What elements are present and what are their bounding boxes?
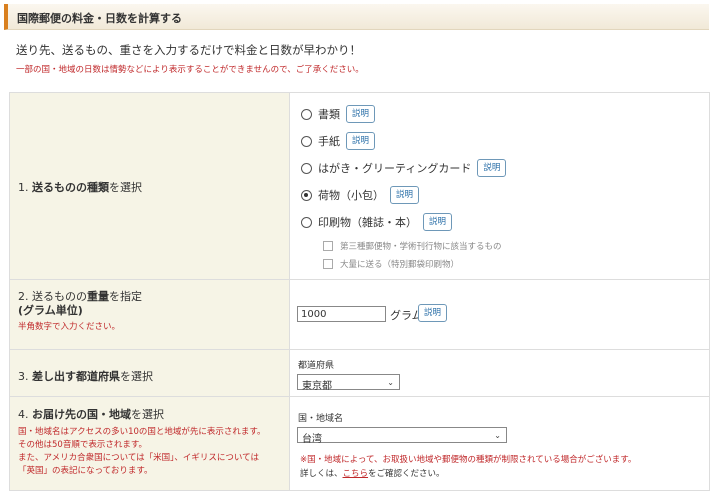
radio-printed-matter[interactable] [301, 216, 312, 228]
step4-note-2: その他は50音順で表示されます。 [18, 440, 147, 450]
step3-title: 3. 差し出す都道府県を選択 [18, 370, 153, 383]
prefecture-label: 都道府県 [298, 361, 335, 371]
step2-note: 半角数字で入力ください。 [18, 322, 121, 332]
radio-letter[interactable] [301, 135, 312, 147]
destination-field-area: 国・地域名 台湾 ⌄ ※国・地域によって、お取扱い地域や郵便物の種類が制限されて… [290, 397, 709, 490]
intro-text: 送り先、送るもの、重さを入力するだけで料金と日数が早わかり！ [16, 43, 361, 57]
chevron-down-icon: ⌄ [494, 431, 501, 440]
help-button-weight[interactable]: 説明 [418, 304, 448, 322]
chevron-down-icon: ⌄ [387, 378, 394, 387]
weight-input[interactable]: 1000 [297, 306, 386, 322]
row-label-destination: 4. お届け先の国・地域を選択 国・地域名はアクセスの多い10の国と地域が先に表… [10, 397, 290, 490]
row-destination: 4. お届け先の国・地域を選択 国・地域名はアクセスの多い10の国と地域が先に表… [10, 397, 709, 490]
step1-title: 1. 送るものの種類を選択 [18, 181, 142, 194]
help-button-parcel[interactable]: 説明 [390, 186, 420, 204]
item-type-options: 書類 説明 手紙 説明 はがき・グリーティングカード 説明 荷物（小包） 説明 [290, 93, 709, 279]
row-weight: 2. 送るものの重量を指定 (グラム単位) 半角数字で入力ください。 1000 … [10, 280, 709, 350]
weight-field-area: 1000 グラム 説明 [290, 280, 709, 349]
calculator-form: 1. 送るものの種類を選択 書類 説明 手紙 説明 はがき・グリーティングカード… [9, 92, 710, 491]
calculator-page: 国際郵便の料金・日数を計算する 送り先、送るもの、重さを入力するだけで料金と日数… [0, 0, 719, 499]
help-button-printed-matter[interactable]: 説明 [423, 213, 453, 231]
details-link[interactable]: こちら [343, 469, 369, 479]
option-postcard[interactable]: はがき・グリーティングカード 説明 [301, 158, 507, 178]
help-button-postcard[interactable]: 説明 [477, 159, 507, 177]
step4-note-4: 「英国」の表記になっております。 [18, 466, 153, 476]
prefecture-field-area: 都道府県 東京都 ⌄ [290, 350, 709, 396]
help-button-documents[interactable]: 説明 [346, 105, 376, 123]
checkbox-third-class[interactable]: 第三種郵便物・学術刊行物に該当するもの [323, 239, 502, 253]
checkbox-bulk[interactable]: 大量に送る（特別郵袋印刷物） [323, 257, 459, 271]
radio-postcard[interactable] [301, 162, 312, 174]
checkbox-third-class-box[interactable] [323, 241, 333, 251]
row-label-item-type: 1. 送るものの種類を選択 [10, 93, 290, 279]
help-button-letter[interactable]: 説明 [346, 132, 376, 150]
section-heading: 国際郵便の料金・日数を計算する [4, 4, 709, 30]
destination-warning: ※国・地域によって、お取扱い地域や郵便物の種類が制限されている場合がございます。 [300, 455, 637, 465]
destination-detail: 詳しくは、こちらをご確認ください。 [300, 469, 445, 479]
option-parcel[interactable]: 荷物（小包） 説明 [301, 185, 420, 205]
page-title: 国際郵便の料金・日数を計算する [17, 12, 182, 25]
option-printed-matter[interactable]: 印刷物（雑誌・本） 説明 [301, 212, 453, 232]
step2-unit-label: (グラム単位) [18, 304, 83, 317]
step4-title: 4. お届け先の国・地域を選択 [18, 408, 164, 421]
destination-select[interactable]: 台湾 ⌄ [297, 427, 507, 445]
row-prefecture: 3. 差し出す都道府県を選択 都道府県 東京都 ⌄ [10, 350, 709, 397]
row-label-weight: 2. 送るものの重量を指定 (グラム単位) 半角数字で入力ください。 [10, 280, 290, 349]
option-letter[interactable]: 手紙 説明 [301, 131, 376, 151]
destination-label: 国・地域名 [298, 414, 344, 424]
notice-text: 一部の国・地域の日数は情勢などにより表示することができませんので、ご了承ください… [16, 65, 364, 75]
prefecture-select[interactable]: 東京都 ⌄ [297, 374, 400, 392]
option-documents[interactable]: 書類 説明 [301, 104, 376, 124]
checkbox-bulk-box[interactable] [323, 259, 333, 269]
radio-documents[interactable] [301, 108, 312, 120]
radio-parcel[interactable] [301, 189, 312, 201]
step4-note-3: また、アメリカ合衆国については「米国」、イギリスについては [18, 453, 259, 463]
step4-note-1: 国・地域名はアクセスの多い10の国と地域が先に表示されます。 [18, 427, 266, 437]
row-label-prefecture: 3. 差し出す都道府県を選択 [10, 350, 290, 396]
row-item-type: 1. 送るものの種類を選択 書類 説明 手紙 説明 はがき・グリーティングカード… [10, 93, 709, 280]
